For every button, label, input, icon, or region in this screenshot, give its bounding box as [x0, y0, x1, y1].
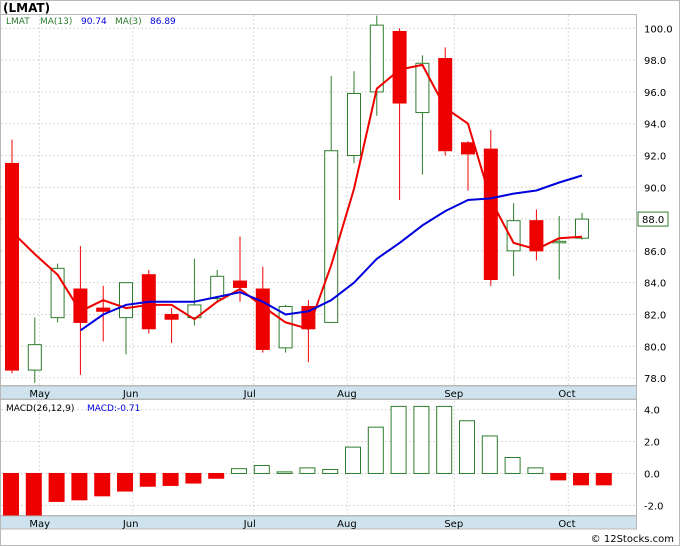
price-y-tick-label: 98.0: [644, 56, 666, 67]
macd-bar-negative: [3, 472, 19, 516]
top-month-label: Sep: [444, 389, 463, 400]
macd-y-tick-label: 0.0: [644, 469, 660, 480]
macd-panel: [0, 399, 637, 516]
price-y-tick-label: 92.0: [644, 151, 666, 162]
macd-legend-value: MACD:-0.71: [87, 404, 140, 414]
price-y-tick-label: 84.0: [644, 279, 666, 290]
macd-bar-negative: [185, 472, 202, 484]
macd-bar-positive: [367, 426, 384, 474]
legend-ma-short-value: 86.89: [150, 17, 176, 27]
site-credit: © 12Stocks.com: [591, 534, 674, 545]
bottom-month-label: Aug: [337, 519, 357, 530]
candle-body-up: [27, 344, 42, 371]
macd-bar-positive: [504, 457, 521, 474]
macd-bar-negative: [595, 472, 612, 486]
macd-bar-positive: [390, 405, 407, 474]
macd-bar-positive: [436, 405, 453, 474]
legend-ma-long-value: 90.74: [81, 17, 107, 27]
candle-body-up: [119, 282, 133, 319]
macd-legend-label: MACD(26,12,9): [6, 404, 74, 414]
last-price-label: 88.0: [642, 215, 664, 226]
legend-ma-long-label: MA(13): [40, 17, 72, 27]
legend-ma-short-label: MA(3): [115, 17, 142, 27]
macd-bar-positive: [345, 446, 361, 474]
macd-bar-positive: [481, 435, 498, 474]
month-axis-strip-bottom: [0, 515, 637, 530]
price-y-tick-label: 86.0: [644, 247, 666, 258]
macd-bar-negative: [550, 472, 567, 481]
macd-bar-negative: [48, 472, 65, 502]
price-panel: [0, 14, 637, 386]
price-y-tick-label: 90.0: [644, 183, 666, 194]
macd-bar-positive: [231, 468, 247, 474]
price-y-tick-label: 82.0: [644, 310, 666, 321]
candle-body-down: [483, 148, 498, 280]
macd-bar-negative: [208, 472, 225, 479]
top-month-label: Jul: [243, 389, 256, 400]
bottom-month-label: May: [29, 519, 50, 530]
macd-bar-positive: [527, 467, 544, 474]
price-y-tick-label: 78.0: [644, 374, 666, 385]
month-axis-strip-top: [0, 385, 637, 400]
top-month-label: Oct: [558, 389, 575, 400]
candle-body-down: [392, 30, 407, 104]
macd-bar-negative: [139, 472, 156, 487]
candle-body-up: [552, 240, 567, 244]
price-y-tick-label: 100.0: [644, 24, 673, 35]
price-y-tick-label: 96.0: [644, 88, 666, 99]
bottom-month-label: Oct: [558, 519, 575, 530]
chart-title: (LMAT): [3, 1, 50, 15]
top-month-label: May: [29, 389, 50, 400]
macd-bar-negative: [71, 472, 88, 501]
macd-bar-positive: [459, 420, 475, 474]
macd-y-tick-label: -2.0: [644, 501, 664, 512]
candle-body-down: [233, 280, 247, 288]
macd-bar-positive: [322, 468, 339, 474]
macd-bar-positive: [299, 467, 316, 474]
candle-body-up: [415, 62, 430, 114]
candle-body-down: [96, 307, 111, 312]
macd-bar-negative: [117, 472, 133, 492]
candle-body-down: [5, 162, 19, 371]
candle-body-down: [255, 288, 270, 350]
candle-body-up: [575, 218, 589, 239]
top-month-label: Jun: [122, 389, 139, 400]
macd-bar-negative: [25, 472, 42, 516]
macd-bar-positive: [413, 405, 430, 474]
candle-body-down: [438, 58, 453, 152]
macd-y-tick-label: 2.0: [644, 438, 660, 449]
macd-legend: MACD(26,12,9) MACD:-0.71: [6, 404, 140, 414]
macd-bar-negative: [162, 472, 179, 486]
bottom-month-label: Jul: [243, 519, 256, 530]
legend-symbol: LMAT: [6, 17, 30, 27]
macd-y-tick-label: 4.0: [644, 406, 660, 417]
macd-bar-positive: [253, 464, 270, 474]
candle-body-down: [461, 142, 475, 155]
candle-body-up: [347, 92, 361, 156]
bottom-month-label: Jun: [122, 519, 139, 530]
candle-body-up: [369, 24, 384, 93]
stock-chart: (LMAT) 78.0 80.0 82.0 84.0 86.0 88.0 90.0 92.0 9…: [0, 0, 680, 546]
candle-body-down: [164, 313, 179, 320]
price-y-tick-label: 94.0: [644, 120, 666, 131]
bottom-month-label: Sep: [444, 519, 463, 530]
price-y-tick-label: 80.0: [644, 342, 666, 353]
macd-bar-positive: [276, 471, 293, 474]
macd-bar-negative: [94, 472, 111, 497]
top-month-label: Aug: [337, 389, 357, 400]
macd-bar-negative: [573, 472, 589, 486]
